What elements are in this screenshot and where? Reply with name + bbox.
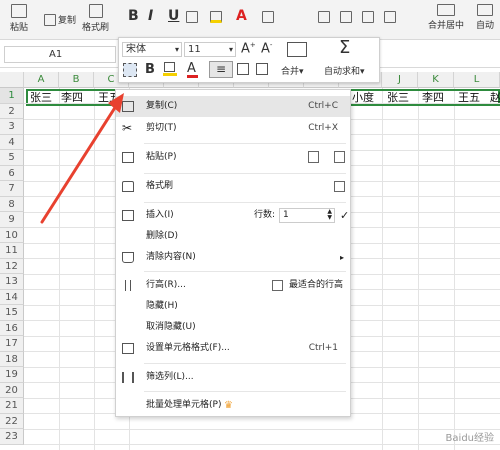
annotation-arrow	[40, 93, 124, 224]
watermark: Baidu经验	[445, 433, 494, 444]
